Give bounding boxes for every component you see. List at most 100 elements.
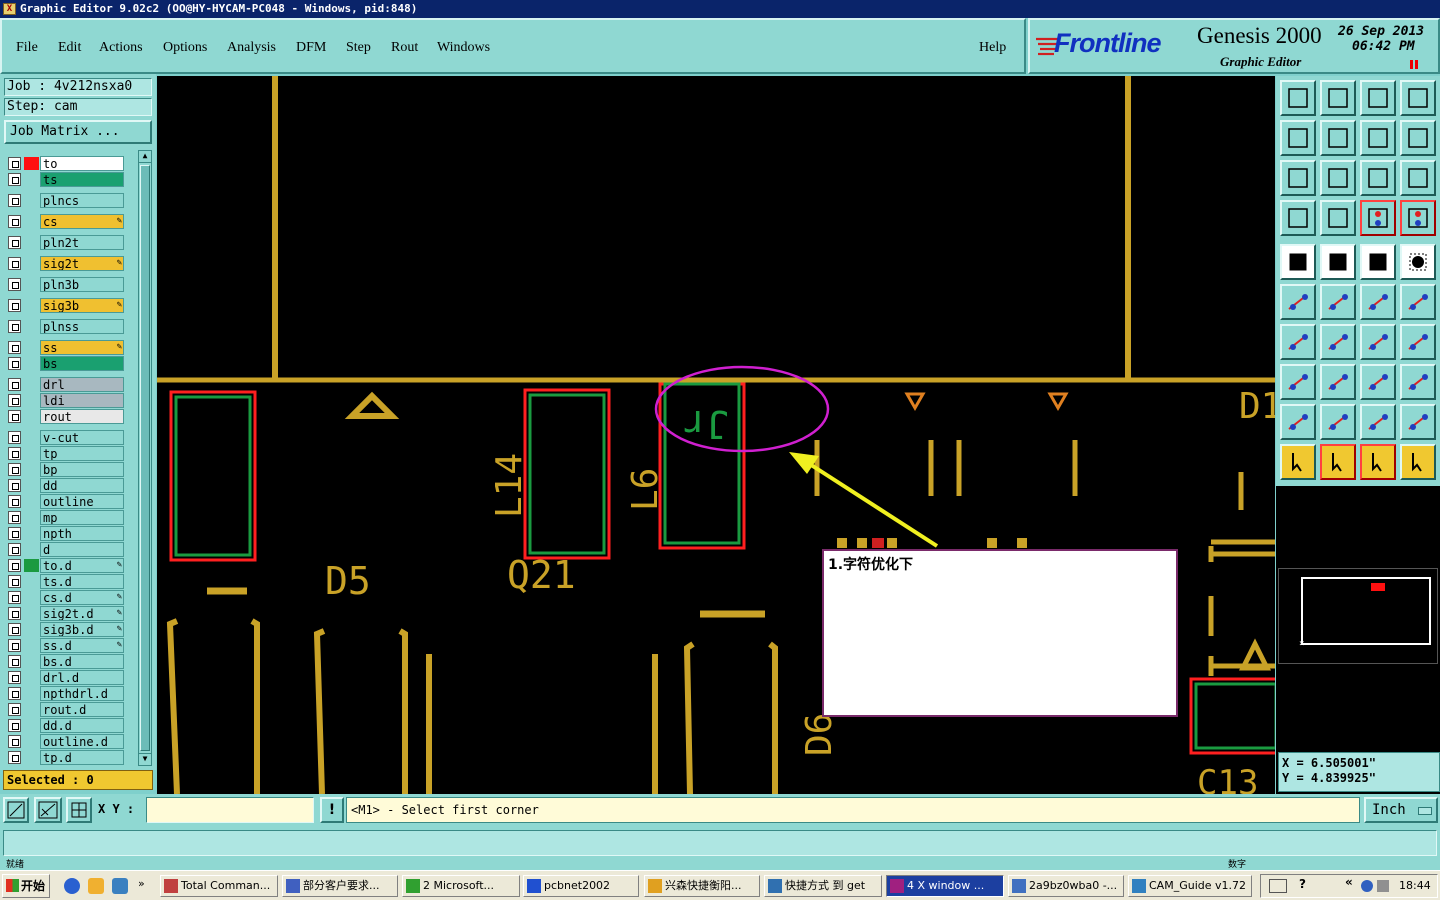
layer-row[interactable]: rout.d xyxy=(6,702,124,717)
flip-icon[interactable] xyxy=(1360,120,1396,156)
layer-name[interactable]: npthdrl.d xyxy=(40,686,124,701)
layer-checkbox[interactable] xyxy=(8,671,21,684)
layer-name[interactable]: sig3b.d xyxy=(40,622,124,637)
layer-affected-indicator[interactable] xyxy=(24,463,39,476)
layer-affected-indicator[interactable] xyxy=(24,591,39,604)
layer-checkbox[interactable] xyxy=(8,463,21,476)
layer-row[interactable]: bs.d xyxy=(6,654,124,669)
gear-blue-icon[interactable] xyxy=(1400,364,1436,400)
layer-name[interactable]: ldi xyxy=(40,393,124,408)
layer-affected-indicator[interactable] xyxy=(24,703,39,716)
triangle-c-icon[interactable] xyxy=(1400,404,1436,440)
xy-input[interactable] xyxy=(146,797,314,823)
connect-nodes-icon[interactable] xyxy=(1280,284,1316,320)
diag-line-icon[interactable] xyxy=(1320,324,1356,360)
home-icon[interactable] xyxy=(1360,80,1396,116)
line-node-icon[interactable] xyxy=(1360,284,1396,320)
s-curve-icon[interactable] xyxy=(1400,120,1436,156)
cross-node-icon[interactable] xyxy=(1320,284,1356,320)
scroll-up-icon[interactable]: ▲ xyxy=(139,151,151,163)
node-select-icon[interactable] xyxy=(1400,444,1436,480)
layer-row[interactable]: sig2t.d ✎ xyxy=(6,606,124,621)
navigator-view[interactable]: × xyxy=(1278,568,1438,664)
layer-row[interactable]: ss ✎ xyxy=(6,340,124,355)
zoom-right-icon[interactable] xyxy=(1320,120,1356,156)
taskbar-item[interactable]: Total Comman... xyxy=(160,875,278,897)
triangle-a-icon[interactable] xyxy=(1320,404,1356,440)
layer-affected-indicator[interactable] xyxy=(24,655,39,668)
layer-affected-indicator[interactable] xyxy=(24,341,39,354)
menu-file[interactable]: File xyxy=(16,40,38,56)
layer-row[interactable]: drl.d xyxy=(6,670,124,685)
layer-checkbox[interactable] xyxy=(8,607,21,620)
nodes-red-icon[interactable] xyxy=(1360,200,1396,236)
layer-name[interactable]: bp xyxy=(40,462,124,477)
pointer-icon[interactable] xyxy=(1280,444,1316,480)
layer-scrollbar[interactable]: ▲ ▼ xyxy=(138,150,152,766)
layer-checkbox[interactable] xyxy=(8,527,21,540)
layer-affected-indicator[interactable] xyxy=(24,527,39,540)
more-icon[interactable]: » xyxy=(138,877,145,890)
layer-row[interactable]: dd.d xyxy=(6,718,124,733)
layer-checkbox[interactable] xyxy=(8,639,21,652)
layer-checkbox[interactable] xyxy=(8,278,21,291)
layer-name[interactable]: outline xyxy=(40,494,124,509)
layer-checkbox[interactable] xyxy=(8,431,21,444)
scroll-down-icon[interactable]: ▼ xyxy=(139,753,151,765)
layer-checkbox[interactable] xyxy=(8,215,21,228)
layer-checkbox[interactable] xyxy=(8,410,21,423)
browser-icon[interactable] xyxy=(64,878,80,894)
line-node2-icon[interactable] xyxy=(1400,284,1436,320)
layer-checkbox[interactable] xyxy=(8,299,21,312)
home-down-icon[interactable] xyxy=(1320,80,1356,116)
layer-row[interactable]: ts.d xyxy=(6,574,124,589)
taskbar-item[interactable]: 快捷方式 到 get xyxy=(764,875,882,897)
layer-row[interactable]: plncs xyxy=(6,193,124,208)
layer-name[interactable]: drl.d xyxy=(40,670,124,685)
layer-row[interactable]: sig3b.d ✎ xyxy=(6,622,124,637)
layer-name[interactable]: ts xyxy=(40,172,124,187)
menu-edit[interactable]: Edit xyxy=(58,40,81,56)
layer-checkbox[interactable] xyxy=(8,495,21,508)
layer-affected-indicator[interactable] xyxy=(24,431,39,444)
layer-name[interactable]: npth xyxy=(40,526,124,541)
ie-icon[interactable] xyxy=(112,878,128,894)
layer-checkbox[interactable] xyxy=(8,559,21,572)
pointer3-icon[interactable] xyxy=(1360,444,1396,480)
layer-name[interactable]: to xyxy=(40,156,124,171)
grid-icon[interactable] xyxy=(1320,200,1356,236)
job-matrix-button[interactable]: Job Matrix ... xyxy=(4,120,152,144)
layer-affected-indicator[interactable] xyxy=(24,623,39,636)
layer-checkbox[interactable] xyxy=(8,655,21,668)
layer-checkbox[interactable] xyxy=(8,703,21,716)
layer-row[interactable]: drl xyxy=(6,377,124,392)
layer-checkbox[interactable] xyxy=(8,341,21,354)
layer-name[interactable]: drl xyxy=(40,377,124,392)
angle-icon[interactable] xyxy=(1280,324,1316,360)
layer-affected-indicator[interactable] xyxy=(24,257,39,270)
layer-name[interactable]: sig2t.d xyxy=(40,606,124,621)
zoom-fit-icon[interactable] xyxy=(1280,160,1316,196)
layer-row[interactable]: mp xyxy=(6,510,124,525)
layer-checkbox[interactable] xyxy=(8,447,21,460)
scale-1to2-icon[interactable] xyxy=(1360,160,1396,196)
layer-row[interactable]: v-cut xyxy=(6,430,124,445)
layer-checkbox[interactable] xyxy=(8,236,21,249)
layer-name[interactable]: to.d xyxy=(40,558,124,573)
layer-row[interactable]: pln3b xyxy=(6,277,124,292)
layer-name[interactable]: sig3b xyxy=(40,298,124,313)
layer-checkbox[interactable] xyxy=(8,735,21,748)
layer-checkbox[interactable] xyxy=(8,479,21,492)
pad-icon[interactable] xyxy=(1280,364,1316,400)
layer-name[interactable]: sig2t xyxy=(40,256,124,271)
layer-row[interactable]: sig2t ✎ xyxy=(6,256,124,271)
menu-rout[interactable]: Rout xyxy=(391,40,418,56)
nodes-red2-icon[interactable] xyxy=(1400,200,1436,236)
layer-affected-indicator[interactable] xyxy=(24,194,39,207)
triangle-b-icon[interactable] xyxy=(1360,404,1396,440)
scroll-thumb[interactable] xyxy=(140,165,150,751)
help-icon[interactable]: ? xyxy=(1299,877,1306,891)
layer-affected-indicator[interactable] xyxy=(24,236,39,249)
taskbar-item[interactable]: 2 Microsoft... xyxy=(402,875,520,897)
layer-name[interactable]: bs.d xyxy=(40,654,124,669)
